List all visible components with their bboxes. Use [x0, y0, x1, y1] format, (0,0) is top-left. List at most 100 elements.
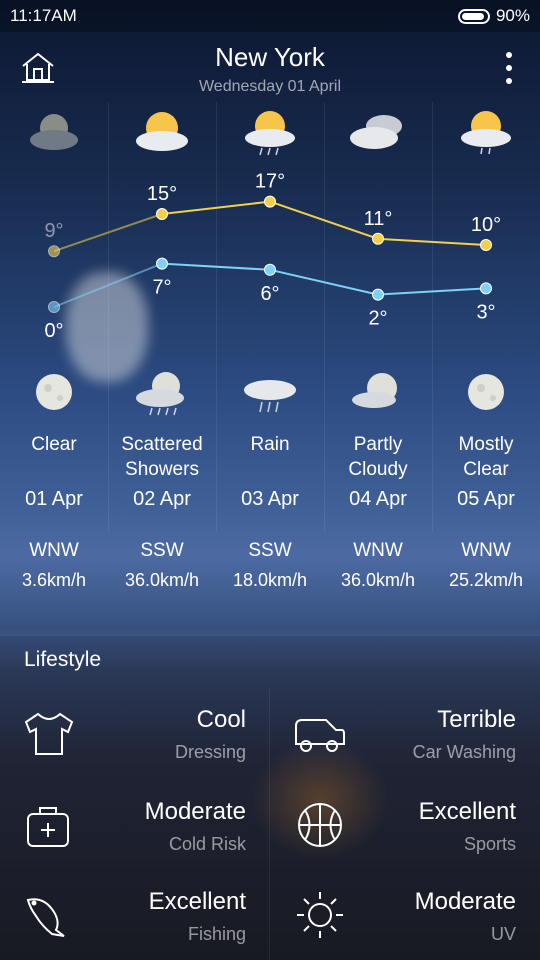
forecast-panel: 9° 15° 17° 11° 10° 0° 7° 6° 2° 3° Clear Scattered…: [0, 102, 540, 532]
basketball-icon: [298, 803, 342, 847]
moon-cloud-icon: [352, 373, 397, 408]
wind-direction: WNW: [29, 540, 79, 561]
more-menu-button[interactable]: [502, 52, 516, 84]
status-bar: 11:17AM 90%: [0, 0, 540, 32]
high-temp-segment: [377, 237, 487, 246]
condition-line1: Clear: [31, 434, 77, 455]
high-temp-segment: [161, 200, 271, 215]
low-temp-point: [264, 263, 276, 276]
lifestyle-label: Dressing: [174, 742, 246, 762]
current-date: Wednesday 01 April: [198, 78, 341, 95]
condition-line1: Mostly: [458, 434, 514, 455]
status-time: 11:17AM: [10, 6, 77, 25]
wind-direction: WNW: [461, 540, 511, 561]
temperature-chart: 9° 15° 17° 11° 10° 0° 7° 6° 2° 3°: [44, 171, 501, 342]
car-icon: [295, 719, 345, 752]
wind-info: SSW 18.0km/h: [216, 540, 324, 591]
battery-indicator: 90%: [457, 6, 530, 26]
low-temp-label: 7°: [152, 277, 171, 299]
medical-kit-icon: [27, 807, 69, 847]
lifestyle-title: Lifestyle: [24, 648, 102, 671]
forecast-date: 03 Apr: [241, 488, 299, 510]
menu-dot-icon: [506, 52, 512, 58]
high-temp-point: [156, 208, 168, 220]
high-temp-point: [480, 239, 492, 251]
battery-fill: [461, 12, 484, 20]
condition-label: Rain: [216, 432, 324, 457]
high-temp-point: [48, 245, 60, 258]
lifestyle-item-sports[interactable]: Excellent Sports: [270, 780, 540, 870]
high-temp-label: 11°: [364, 208, 393, 230]
low-temp-point: [156, 257, 168, 270]
lifestyle-value: Moderate: [144, 798, 246, 825]
moon-icon: [468, 374, 504, 410]
lifestyle-label: Car Washing: [412, 742, 516, 762]
condition-label: Clear: [0, 432, 108, 457]
low-temp-point: [372, 288, 384, 301]
high-temp-label: 15°: [147, 183, 177, 205]
lifestyle-item-uv[interactable]: Moderate UV: [270, 870, 540, 960]
battery-icon: [457, 8, 490, 24]
low-temp-segment: [161, 262, 271, 271]
low-temp-label: 3°: [476, 301, 495, 323]
wind-info: SSW 36.0km/h: [108, 540, 216, 591]
high-temp-label: 17°: [255, 171, 285, 193]
lifestyle-value: Excellent: [148, 888, 246, 915]
forecast-date: 01 Apr: [25, 488, 83, 510]
sun-uv-icon: [297, 892, 343, 938]
high-temp-label: 10°: [471, 214, 501, 236]
lifestyle-label: UV: [490, 924, 516, 944]
condition-label: Mostly Clear: [432, 432, 540, 482]
low-temp-label: 0°: [44, 320, 63, 342]
wind-direction: WNW: [353, 540, 403, 561]
city-name: New York: [215, 42, 325, 72]
lifestyle-label: Cold Risk: [168, 834, 246, 854]
lifestyle-value: Moderate: [414, 888, 516, 915]
lifestyle-value: Terrible: [437, 706, 516, 733]
lifestyle-label: Fishing: [187, 924, 246, 944]
lifestyle-label: Sports: [463, 834, 516, 854]
condition-line2: Cloudy: [348, 459, 408, 480]
condition-line1: Partly: [353, 434, 403, 455]
low-temp-segment: [53, 262, 163, 308]
lifestyle-item-car-washing[interactable]: Terrible Car Washing: [270, 688, 540, 778]
wind-info: WNW 36.0km/h: [324, 540, 432, 591]
condition-line2: Clear: [463, 459, 509, 480]
low-temp-point: [48, 301, 60, 313]
moon-cloud-rain-icon: [136, 372, 184, 416]
high-temp-point: [372, 232, 384, 245]
high-temp-segment: [53, 213, 163, 253]
condition-line1: Scattered: [121, 434, 203, 455]
menu-dot-icon: [506, 78, 512, 84]
moon-icon: [36, 374, 72, 410]
lifestyle-value: Excellent: [418, 798, 516, 825]
lifestyle-item-cold-risk[interactable]: Moderate Cold Risk: [0, 780, 270, 870]
condition-line2: Showers: [125, 459, 199, 480]
section-divider: [0, 628, 540, 636]
lifestyle-item-fishing[interactable]: Excellent Fishing: [0, 870, 270, 960]
lifestyle-item-dressing[interactable]: Cool Dressing: [0, 688, 270, 778]
high-temp-label: 9°: [44, 220, 63, 242]
low-temp-label: 2°: [368, 308, 387, 330]
wind-direction: SSW: [140, 540, 184, 561]
forecast-date: 04 Apr: [349, 488, 407, 510]
wind-speed: 36.0km/h: [124, 570, 200, 590]
shirt-icon: [24, 712, 74, 755]
condition-label: Scattered Showers: [108, 432, 216, 482]
forecast-date: 05 Apr: [457, 488, 515, 510]
menu-dot-icon: [506, 65, 512, 71]
low-temp-point: [480, 282, 492, 295]
app-header: New York Wednesday 01 April: [0, 32, 540, 102]
high-temp-segment: [269, 200, 379, 240]
condition-line1: Rain: [250, 434, 290, 455]
wind-speed: 18.0km/h: [232, 570, 308, 590]
wind-speed: 36.0km/h: [340, 570, 416, 590]
wind-info: WNW 25.2km/h: [432, 540, 540, 591]
cloud-rain-icon: [244, 380, 296, 413]
wind-speed: 25.2km/h: [448, 570, 524, 590]
fish-icon: [26, 898, 65, 937]
low-temp-segment: [269, 268, 379, 296]
wind-speed: 3.6km/h: [21, 570, 87, 590]
low-temp-segment: [377, 287, 487, 296]
high-temp-point: [264, 195, 276, 208]
